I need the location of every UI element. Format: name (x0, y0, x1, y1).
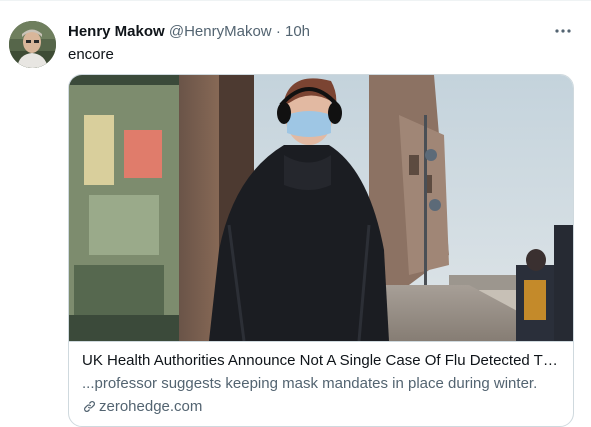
avatar[interactable] (9, 21, 56, 68)
card-domain[interactable]: zerohedge.com (82, 397, 202, 420)
author-name[interactable]: Henry Makow (68, 23, 165, 40)
tweet-header: Henry Makow @HenryMakow · 10h (68, 22, 310, 41)
card-title[interactable]: UK Health Authorities Announce Not A Sin… (82, 351, 566, 371)
separator-dot: · (275, 23, 281, 40)
card-image[interactable] (69, 75, 573, 342)
card-domain-text[interactable]: zerohedge.com (99, 398, 202, 415)
link-icon (82, 399, 97, 420)
tweet-time[interactable]: 10h (285, 23, 310, 40)
link-card[interactable]: UK Health Authorities Announce Not A Sin… (68, 74, 574, 427)
tweet-text: encore (68, 46, 114, 63)
card-description: ...professor suggests keeping mask manda… (82, 375, 538, 392)
author-handle[interactable]: @HenryMakow (169, 23, 272, 40)
tweet[interactable]: Henry Makow @HenryMakow · 10h encore UK … (0, 0, 591, 427)
card-body[interactable]: UK Health Authorities Announce Not A Sin… (69, 341, 573, 426)
more-horizontal-icon[interactable] (549, 20, 577, 42)
